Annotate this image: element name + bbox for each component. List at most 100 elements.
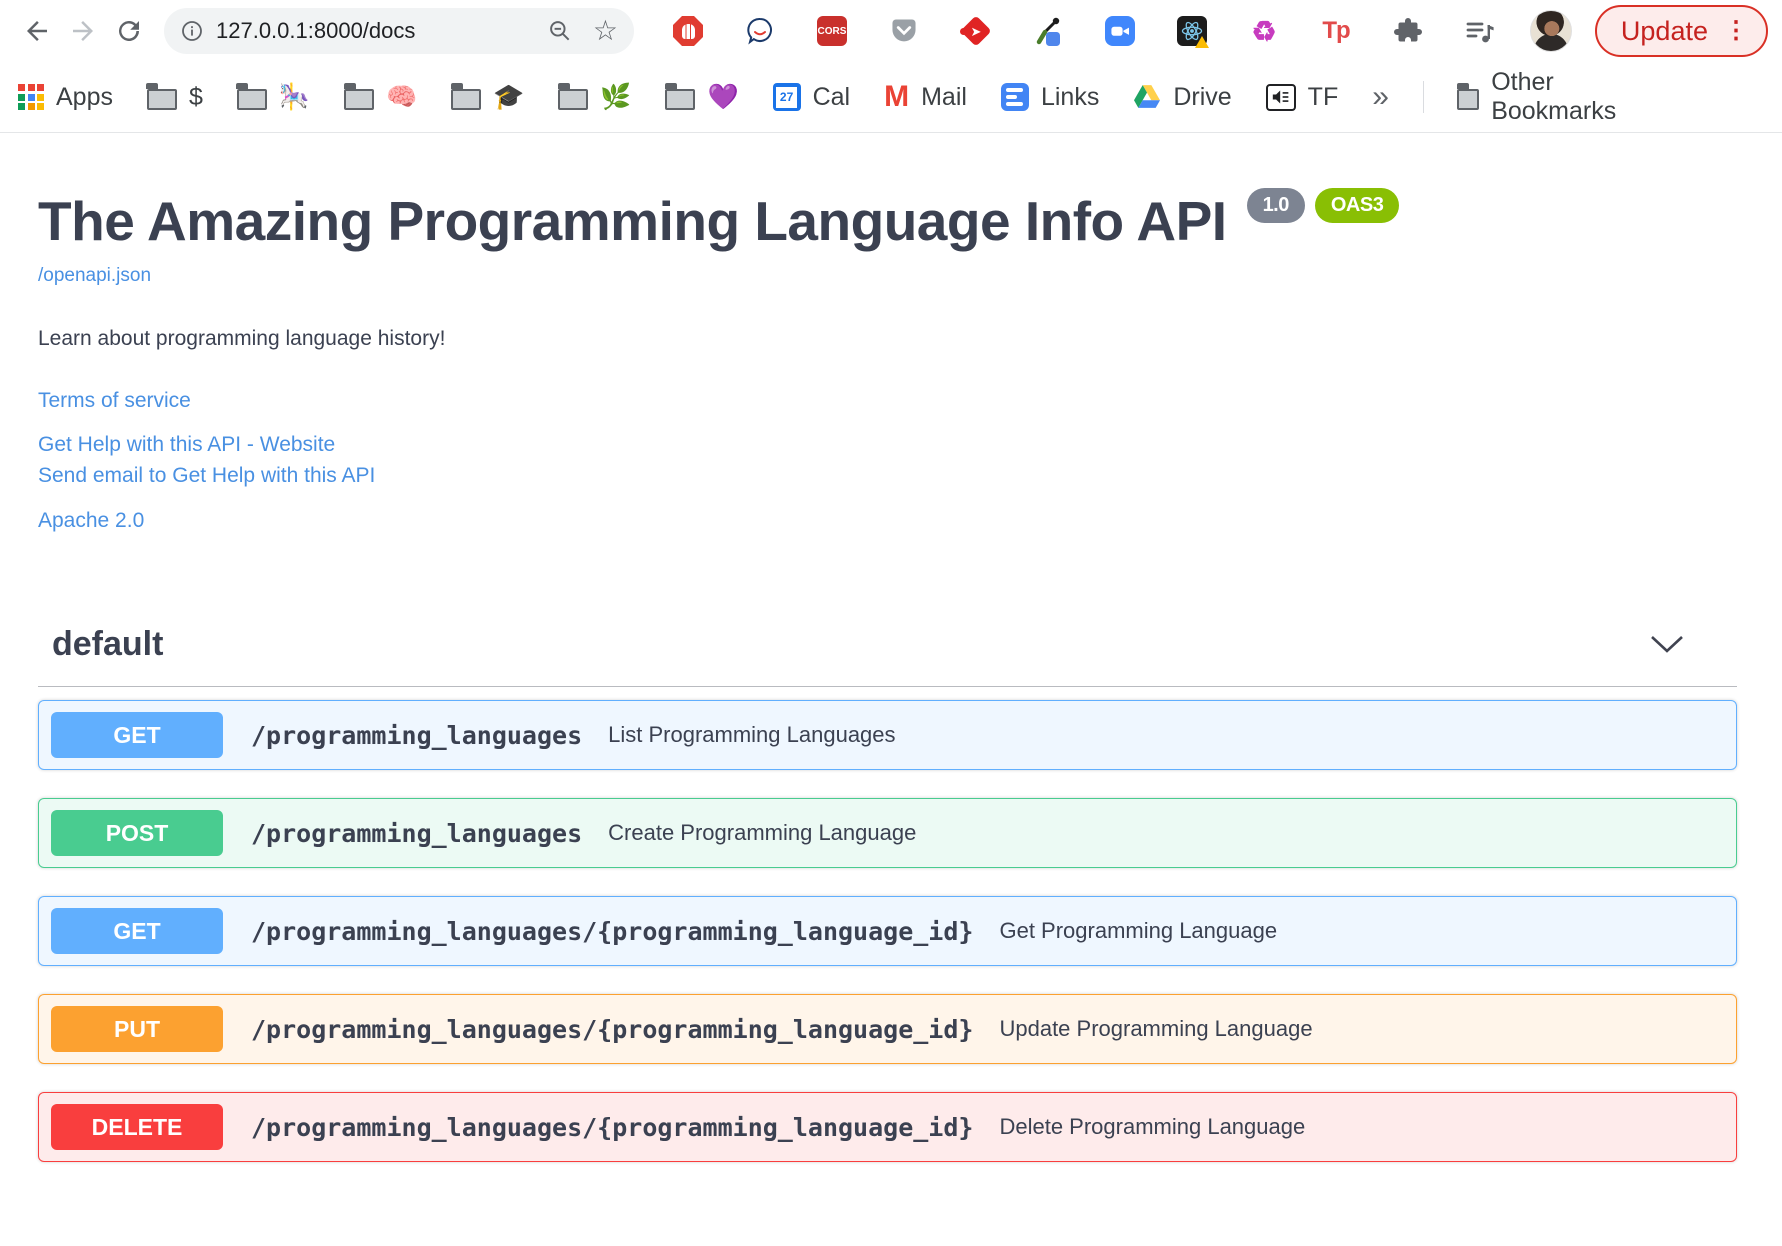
share-diamond-icon[interactable]: ➤ <box>960 15 992 47</box>
method-badge: PUT <box>51 1006 223 1052</box>
api-description: Learn about programming language history… <box>38 327 446 350</box>
bookmark-folder-brain[interactable]: 🧠 <box>343 82 418 112</box>
folder-label: $ <box>188 82 203 111</box>
bookmark-folder-dollar[interactable]: $ <box>146 82 203 112</box>
license-link[interactable]: Apache 2.0 <box>38 509 144 533</box>
method-badge: GET <box>51 908 223 954</box>
back-arrow-icon <box>27 21 47 41</box>
folder-label: 🎓 <box>493 82 525 111</box>
endpoint-list: GET /programming_languages List Programm… <box>38 700 1737 1162</box>
bookmark-folder-herb[interactable]: 🌿 <box>557 82 632 112</box>
endpoint-row-get-one[interactable]: GET /programming_languages/{programming_… <box>38 896 1737 966</box>
apps-shortcut[interactable]: Apps <box>18 83 113 112</box>
folder-label: 🎠 <box>278 82 311 111</box>
folder-label: 🌿 <box>600 82 632 111</box>
adblock-stop-hand-icon[interactable] <box>672 15 704 47</box>
bookmark-calendar[interactable]: 27 Cal <box>772 82 851 112</box>
endpoint-summary: Create Programming Language <box>608 820 917 845</box>
google-calendar-icon: 27 <box>772 83 801 111</box>
folder-icon <box>236 83 267 110</box>
api-title-text: The Amazing Programming Language Info AP… <box>38 190 1227 252</box>
apps-label: Apps <box>56 82 113 111</box>
bookmark-folder-graduation[interactable]: 🎓 <box>450 82 525 112</box>
method-badge: GET <box>51 712 223 758</box>
endpoint-path: /programming_languages/{programming_lang… <box>251 1014 974 1044</box>
endpoint-path: /programming_languages/{programming_lang… <box>251 1112 974 1142</box>
bookmark-links[interactable]: Links <box>1000 83 1099 112</box>
pocket-icon[interactable] <box>888 15 920 47</box>
page-title: The Amazing Programming Language Info AP… <box>38 187 1737 253</box>
endpoint-path: /programming_languages/{programming_lang… <box>251 916 974 946</box>
profile-avatar[interactable] <box>1530 10 1572 52</box>
zoom-camera-icon[interactable] <box>1104 15 1136 47</box>
other-bookmarks[interactable]: Other Bookmarks <box>1456 68 1624 126</box>
endpoint-row-delete[interactable]: DELETE /programming_languages/{programmi… <box>38 1092 1737 1162</box>
method-badge: DELETE <box>51 1104 223 1150</box>
toggl-icon[interactable]: Tp <box>1320 15 1352 47</box>
openapi-json-link[interactable]: /openapi.json <box>38 265 151 287</box>
react-devtools-icon[interactable] <box>1176 15 1209 48</box>
music-queue-icon[interactable] <box>1464 15 1496 47</box>
other-bookmarks-label: Other Bookmarks <box>1491 68 1617 125</box>
bookmark-folder-carousel[interactable]: 🎠 <box>236 82 311 112</box>
star-bookmark-icon[interactable]: ☆ <box>593 17 618 45</box>
bookmark-drive[interactable]: Drive <box>1133 82 1232 112</box>
kebab-menu-icon[interactable]: ⋮ <box>1724 19 1748 43</box>
links-list-icon <box>1000 83 1029 111</box>
bookmark-folder-heart[interactable]: 💜 <box>664 82 739 112</box>
gmail-icon: M <box>884 80 910 113</box>
endpoint-summary: Delete Programming Language <box>999 1114 1306 1139</box>
endpoint-row-get-list[interactable]: GET /programming_languages List Programm… <box>38 700 1737 770</box>
bookmarks-bar: Apps $ 🎠 🧠 🎓 🌿 💜 27 Cal M Mail Links Dri… <box>0 62 1782 133</box>
update-label: Update <box>1620 15 1708 46</box>
folder-label: 🧠 <box>386 82 418 111</box>
folder-label: 💜 <box>707 82 739 111</box>
folder-icon <box>146 83 177 110</box>
bookmark-label: Drive <box>1173 82 1232 111</box>
terms-of-service-link[interactable]: Terms of service <box>38 389 191 413</box>
endpoint-path: /programming_languages <box>251 720 583 750</box>
section-title: default <box>52 625 164 663</box>
bookmarks-overflow-chevron[interactable]: » <box>1372 80 1389 114</box>
bookmark-tf[interactable]: TF <box>1265 83 1338 112</box>
chevron-down-icon[interactable] <box>1649 635 1685 654</box>
reload-icon <box>119 21 140 42</box>
version-badge: 1.0 <box>1246 187 1305 223</box>
tag-section-header[interactable]: default <box>38 625 1737 687</box>
extensions-area: CORS ➤ ♻ Tp <box>672 15 1496 48</box>
url-text[interactable]: 127.0.0.1:8000/docs <box>216 18 547 44</box>
tf-speaker-icon <box>1265 83 1296 111</box>
website-help-link[interactable]: Get Help with this API - Website <box>38 429 1737 460</box>
puzzle-extensions-icon[interactable] <box>1392 15 1424 47</box>
folder-icon <box>450 83 482 110</box>
reload-button[interactable] <box>106 8 152 54</box>
apps-grid-icon <box>18 84 44 110</box>
endpoint-row-post-create[interactable]: POST /programming_languages Create Progr… <box>38 798 1737 868</box>
email-help-link[interactable]: Send email to Get Help with this API <box>38 460 1737 491</box>
back-button[interactable] <box>14 8 60 54</box>
endpoint-summary: List Programming Languages <box>608 722 896 747</box>
browser-toolbar: 127.0.0.1:8000/docs ☆ CORS ➤ ♻ Tp Update… <box>0 0 1782 62</box>
endpoint-row-put-update[interactable]: PUT /programming_languages/{programming_… <box>38 994 1737 1064</box>
folder-icon <box>1456 83 1480 110</box>
title-badges: 1.0 OAS3 <box>1246 187 1400 223</box>
swagger-docs-page: The Amazing Programming Language Info AP… <box>0 133 1782 1162</box>
chrome-update-button[interactable]: Update ⋮ <box>1594 5 1768 57</box>
folder-icon <box>557 83 589 110</box>
zoom-out-icon[interactable] <box>547 18 573 44</box>
chat-bubble-icon[interactable] <box>744 15 776 47</box>
oas3-badge: OAS3 <box>1314 187 1400 223</box>
bookmark-label: Cal <box>812 82 851 111</box>
url-bar[interactable]: 127.0.0.1:8000/docs ☆ <box>164 8 634 54</box>
recycle-icon[interactable]: ♻ <box>1248 15 1280 47</box>
endpoint-summary: Get Programming Language <box>999 918 1278 943</box>
cors-icon[interactable]: CORS <box>816 15 848 47</box>
forward-arrow-icon <box>73 21 93 41</box>
color-eyedropper-icon[interactable] <box>1032 15 1064 47</box>
folder-icon <box>343 83 375 110</box>
folder-icon <box>664 83 696 110</box>
info-icon[interactable] <box>180 19 204 43</box>
forward-button[interactable] <box>60 8 106 54</box>
method-badge: POST <box>51 810 223 856</box>
bookmark-mail[interactable]: M Mail <box>884 82 967 112</box>
